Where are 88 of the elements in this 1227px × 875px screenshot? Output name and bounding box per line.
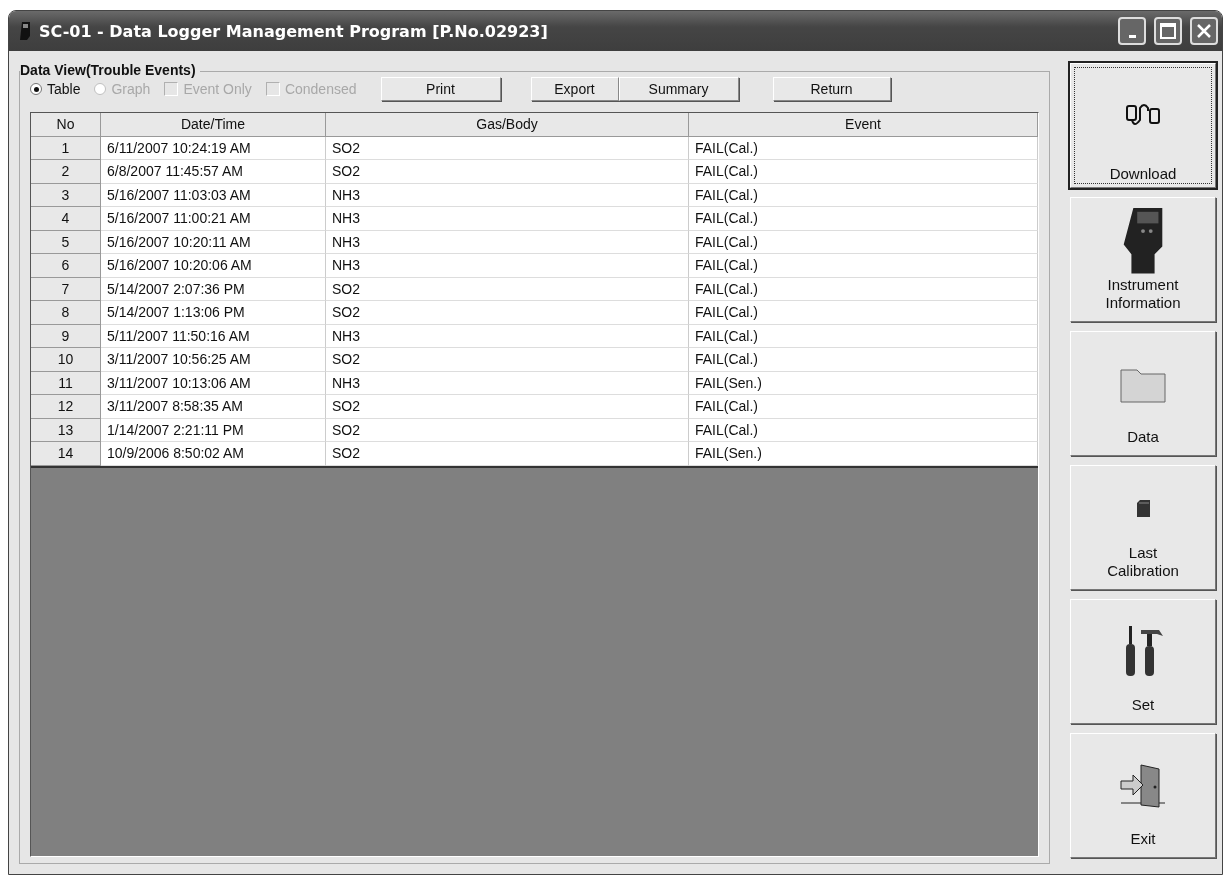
sidebar-button[interactable]: Data [1070,331,1216,456]
row-header: 9 [31,324,101,348]
table-cell: NH3 [326,183,689,207]
row-header: 3 [31,183,101,207]
row-header: 12 [31,395,101,419]
return-button[interactable]: Return [772,77,891,101]
table-cell: FAIL(Sen.) [689,442,1038,466]
table-cell: FAIL(Cal.) [689,324,1038,348]
table-cell: 6/11/2007 10:24:19 AM [101,136,326,160]
table-cell: SO2 [326,395,689,419]
table-cell: 3/11/2007 10:56:25 AM [101,348,326,372]
close-button[interactable] [1190,17,1218,45]
table-cell: 5/14/2007 2:07:36 PM [101,277,326,301]
table-cell: NH3 [326,207,689,231]
table-cell: 5/16/2007 10:20:06 AM [101,254,326,278]
table-cell: FAIL(Cal.) [689,348,1038,372]
table-cell: 10/9/2006 8:50:02 AM [101,442,326,466]
window-title: SC-01 - Data Logger Management Program [P.No.02923] [39,21,549,41]
table-cell: FAIL(Cal.) [689,301,1038,325]
table-cell: NH3 [326,371,689,395]
table-cell: FAIL(Cal.) [689,207,1038,231]
table-cell: SO2 [326,160,689,184]
table-cell: FAIL(Cal.) [689,183,1038,207]
table-cell: SO2 [326,442,689,466]
table-cell: 1/14/2007 2:21:11 PM [101,418,326,442]
row-header: 7 [31,277,101,301]
row-header: 10 [31,348,101,372]
sidebar-button[interactable]: Set [1070,599,1216,724]
device-icon [19,21,31,41]
row-header: 8 [31,301,101,325]
toolbar-button[interactable]: Export [530,77,619,101]
row-header: 2 [31,160,101,184]
table-cell: 6/8/2007 11:45:57 AM [101,160,326,184]
sidebar-button[interactable]: Exit [1070,733,1216,858]
table-cell: FAIL(Cal.) [689,230,1038,254]
device-icon [1121,206,1165,276]
row-header: 5 [31,230,101,254]
table-cell: FAIL(Cal.) [689,160,1038,184]
table-cell: 5/16/2007 11:03:03 AM [101,183,326,207]
toolbar-button[interactable]: Print [380,77,501,101]
column-header[interactable]: Date/Time [101,113,326,137]
minimize-button[interactable] [1118,17,1146,45]
close-icon [1196,23,1212,39]
table-cell: 5/16/2007 11:00:21 AM [101,207,326,231]
toolbar-button[interactable]: Summary [618,77,739,101]
table-cell: 5/14/2007 1:13:06 PM [101,301,326,325]
table-cell: FAIL(Sen.) [689,371,1038,395]
sidebar-button[interactable]: Download [1070,63,1216,188]
table-cell: FAIL(Cal.) [689,254,1038,278]
table-cell: SO2 [326,348,689,372]
sidebar-button[interactable]: Last Calibration [1070,465,1216,590]
table-cell: SO2 [326,418,689,442]
row-header: 14 [31,442,101,466]
exit-door-icon [1119,763,1167,810]
table-cell: FAIL(Cal.) [689,395,1038,419]
table-cell: FAIL(Cal.) [689,136,1038,160]
table-cell: 5/11/2007 11:50:16 AM [101,324,326,348]
option-label: Event Only [183,81,252,97]
column-header[interactable]: No [31,113,101,137]
box-icon [1135,498,1151,519]
row-header: 11 [31,371,101,395]
row-header: 1 [31,136,101,160]
table-cell: 3/11/2007 10:13:06 AM [101,371,326,395]
sidebar-button[interactable]: Instrument Information [1070,197,1216,322]
radio-button[interactable] [30,83,42,95]
row-header: 6 [31,254,101,278]
minimize-icon [1128,34,1136,38]
table-cell: FAIL(Cal.) [689,277,1038,301]
table-cell: 5/16/2007 10:20:11 AM [101,230,326,254]
table-cell: FAIL(Cal.) [689,418,1038,442]
cable-icon [1125,101,1161,128]
group-title: Data View(Trouble Events) [20,62,200,78]
table-cell: NH3 [326,254,689,278]
table-cell: SO2 [326,277,689,301]
row-header: 13 [31,418,101,442]
maximize-button[interactable] [1154,17,1182,45]
maximize-icon [1160,23,1176,39]
column-header[interactable]: Event [689,113,1038,137]
table-cell: 3/11/2007 8:58:35 AM [101,395,326,419]
row-header: 4 [31,207,101,231]
table-cell: SO2 [326,136,689,160]
option-label: Table [47,81,81,97]
table-cell: NH3 [326,230,689,254]
option-label: Graph [111,81,151,97]
column-header[interactable]: Gas/Body [326,113,689,137]
table-cell: NH3 [326,324,689,348]
option-label: Condensed [284,81,357,97]
table-cell: SO2 [326,301,689,325]
